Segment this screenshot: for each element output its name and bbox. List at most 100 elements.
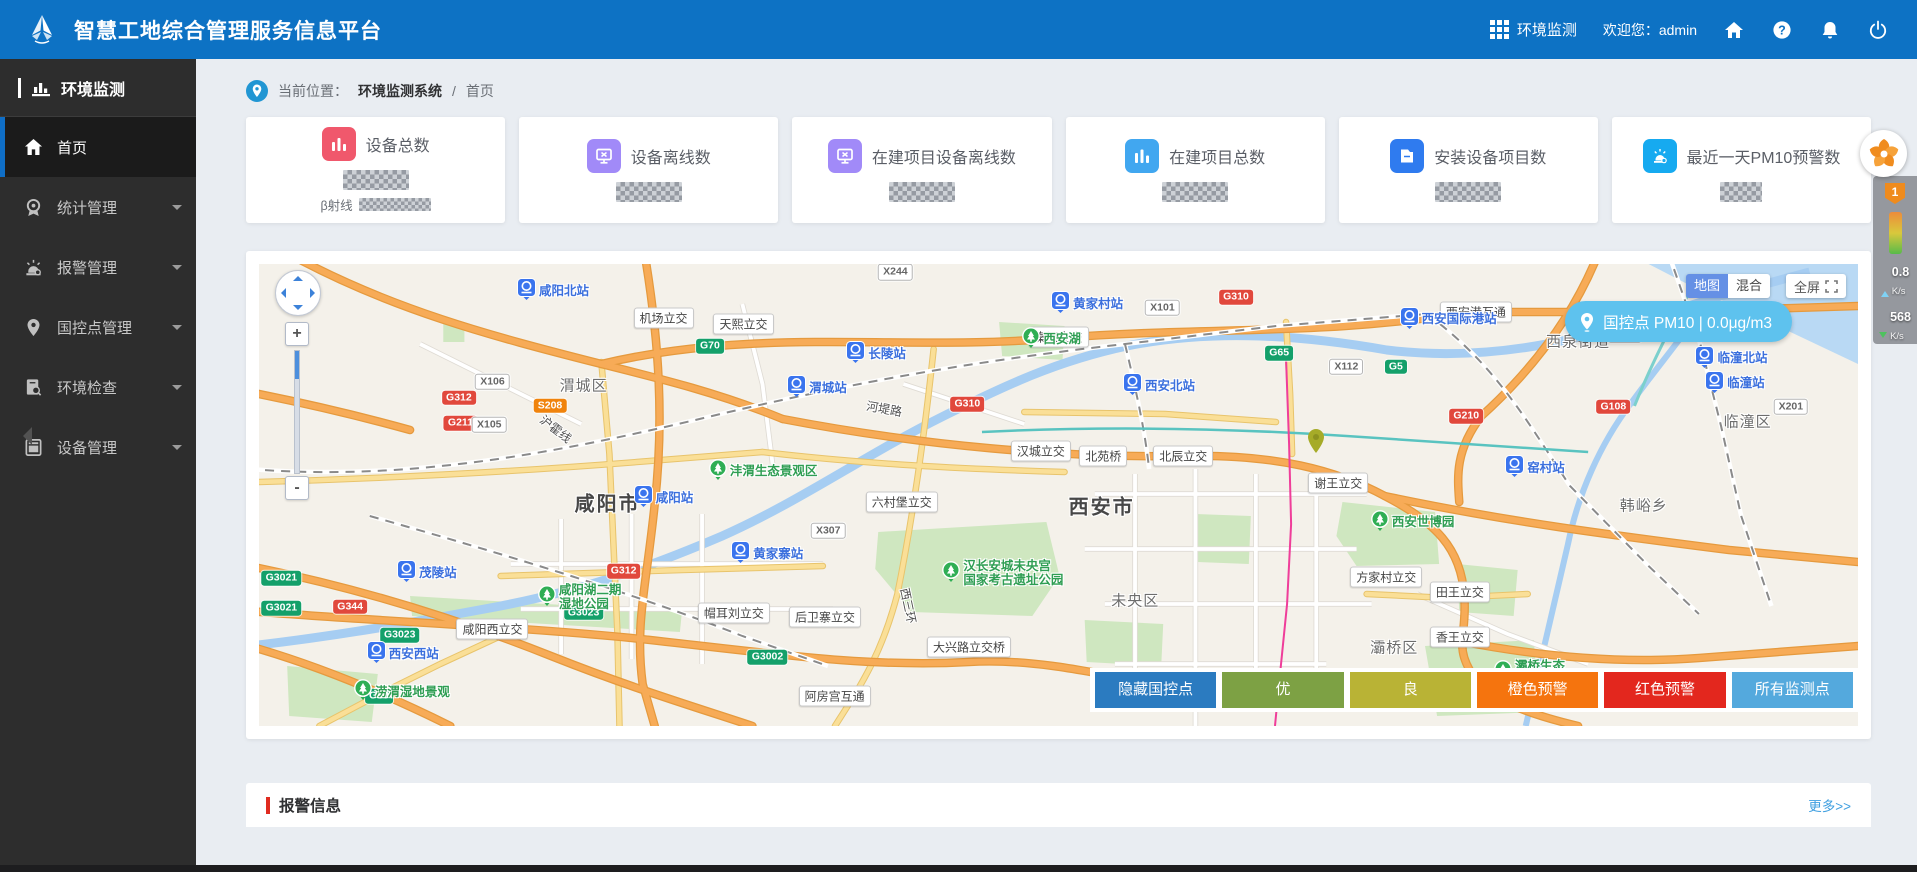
net-speed-widget[interactable]: 1 0.8 K/s 568 K/s [1873, 176, 1917, 344]
map-type-hybrid-button[interactable]: 混合 [1728, 274, 1770, 298]
location-pin-icon [1581, 312, 1594, 332]
park-icon [537, 584, 556, 611]
pm10-tooltip[interactable]: 国控点 PM10 | 0.0μg/m3 [1565, 301, 1792, 342]
road-shield-x307: X307 [810, 522, 846, 539]
map-interchange-label: 大兴路立交桥 [926, 636, 1011, 658]
zoom-slider[interactable] [294, 350, 300, 474]
speed-gradient-bar [1888, 212, 1902, 254]
road-shield-x106: X106 [475, 373, 510, 391]
zoom-out-button[interactable]: - [285, 476, 309, 500]
map-station-marker: 咸阳北站 [517, 277, 589, 305]
road-shield-g210: G210 [1449, 409, 1484, 424]
svg-text:?: ? [1778, 23, 1786, 37]
sidebar-collapse-arrow-icon[interactable] [14, 427, 32, 445]
apps-grid-icon [1489, 20, 1509, 39]
station-icon [517, 277, 537, 305]
map-interchange-label: 六村堡立交 [865, 491, 938, 513]
sidebar-item-statistics[interactable]: 统计管理 [0, 177, 196, 237]
legend-red-warning-button[interactable]: 红色预警 [1604, 672, 1726, 708]
sidebar-item-national-control-points[interactable]: 国控点管理 [0, 297, 196, 357]
monitor-point-pin[interactable] [1306, 428, 1326, 454]
station-icon [1051, 290, 1071, 318]
sidebar-title: 环境监测 [0, 59, 196, 117]
logout-power-icon[interactable] [1867, 19, 1889, 41]
map-station-marker: 西安北站 [1123, 373, 1195, 400]
road-shield-g310: G310 [950, 397, 985, 412]
map-park-marker: 西安湖 [1022, 327, 1081, 353]
map-pan-control[interactable] [275, 270, 321, 316]
floating-accelerator-ball[interactable] [1860, 130, 1907, 177]
map-interchange-label: 咸阳西立交 [456, 618, 529, 640]
map-legend: 隐藏国控点 优 良 橙色预警 红色预警 所有监测点 [1090, 668, 1858, 712]
map-interchange-label: 谢王立交 [1308, 472, 1369, 494]
map-type-map-button[interactable]: 地图 [1686, 274, 1728, 298]
road-shield-g70: G70 [695, 338, 724, 354]
download-arrow-icon [1879, 332, 1888, 342]
legend-hide-national-points-button[interactable]: 隐藏国控点 [1095, 672, 1217, 708]
alarm-panel-title: 报警信息 [279, 798, 342, 815]
legend-excellent-button[interactable]: 优 [1222, 672, 1344, 708]
bar-chart-icon [32, 82, 50, 96]
road-shield-g3002: G3002 [747, 649, 788, 665]
station-icon [366, 641, 386, 668]
map-station-marker: 咸阳站 [633, 485, 693, 512]
road-shield-g344: G344 [333, 599, 367, 615]
alarm-more-link[interactable]: 更多>> [1808, 795, 1851, 815]
main-content: 当前位置： 环境监测系统 / 首页 设备总数 β射线 设备离线数 在建项目设备离… [196, 59, 1917, 872]
map-interchange-label: 香王立交 [1429, 626, 1490, 648]
sidebar-item-environment-check[interactable]: 环境检查 [0, 357, 196, 417]
censored-value [1162, 181, 1229, 202]
module-switcher[interactable]: 环境监测 [1489, 19, 1577, 40]
award-icon [26, 198, 41, 216]
road-shield-x112: X112 [1329, 358, 1364, 375]
fullscreen-button[interactable]: 全屏 [1785, 274, 1846, 298]
map-interchange-label: 阿房宫互通 [798, 685, 871, 707]
pan-up-icon[interactable] [293, 276, 303, 281]
top-header: 智慧工地综合管理服务信息平台 环境监测 欢迎您：admin ? [0, 0, 1917, 59]
map-station-marker: 西安国际港站 [1399, 306, 1497, 334]
notification-bell-icon[interactable] [1819, 19, 1841, 41]
road-shield-x244: X244 [878, 264, 913, 281]
map-interchange-label: 后卫寨立交 [789, 606, 862, 627]
breadcrumb-current[interactable]: 首页 [466, 81, 494, 101]
map-interchange-label: 北苑桥 [1079, 445, 1128, 467]
censored-value [615, 181, 682, 202]
breadcrumb-system[interactable]: 环境监测系统 [358, 81, 442, 101]
chevron-down-icon [172, 204, 182, 215]
station-icon [397, 560, 417, 587]
park-icon [942, 561, 961, 587]
map-interchange-label: 机场立交 [633, 307, 694, 329]
alarm-icon [1642, 138, 1677, 173]
map-pin-icon [27, 318, 40, 336]
zoom-in-button[interactable]: + [285, 322, 309, 346]
map-park-marker: 沣渭生态景观区 [709, 459, 817, 485]
legend-good-button[interactable]: 良 [1349, 672, 1471, 708]
map-district-label: 未央区 [1111, 592, 1160, 610]
road-shield-g310: G310 [1219, 289, 1253, 305]
legend-orange-warning-button[interactable]: 橙色预警 [1476, 672, 1599, 708]
park-icon [709, 459, 727, 485]
document-icon [1390, 138, 1425, 173]
sidebar-item-alarm[interactable]: 报警管理 [0, 237, 196, 297]
help-icon[interactable]: ? [1771, 19, 1793, 41]
stat-card-pm10-warnings: 最近一天PM10预警数 [1611, 117, 1872, 223]
sidebar-item-device-management[interactable]: 设备管理 [0, 417, 196, 477]
park-icon [354, 679, 372, 705]
censored-value [342, 169, 409, 190]
map-canvas[interactable]: 咸阳市 西安市 渭城区 未央区 灞桥区 临潼区 韩峪乡 西泉街道 西三环 河堤路 沪霍线 机场立交 天熙… [259, 264, 1858, 726]
pan-left-icon[interactable] [281, 288, 286, 298]
road-shield-g108: G108 [1596, 399, 1631, 415]
pan-right-icon[interactable] [310, 288, 315, 298]
pan-down-icon[interactable] [293, 305, 303, 310]
road-shield-x101: X101 [1145, 299, 1180, 317]
home-icon[interactable] [1723, 19, 1745, 41]
road-shield-s208: S208 [533, 398, 567, 414]
map-district-label: 渭城区 [559, 377, 608, 395]
download-speed: 568 K/s [1879, 308, 1911, 344]
map-road-name-label: 西三环 [896, 586, 919, 625]
stat-card-installed-device-projects: 安装设备项目数 [1338, 117, 1598, 223]
sidebar-item-home[interactable]: 首页 [0, 117, 196, 177]
map-interchange-label: 汉城立交 [1010, 440, 1071, 462]
legend-all-monitor-points-button[interactable]: 所有监测点 [1731, 672, 1853, 708]
map-interchange-label: 北辰立交 [1153, 445, 1214, 467]
